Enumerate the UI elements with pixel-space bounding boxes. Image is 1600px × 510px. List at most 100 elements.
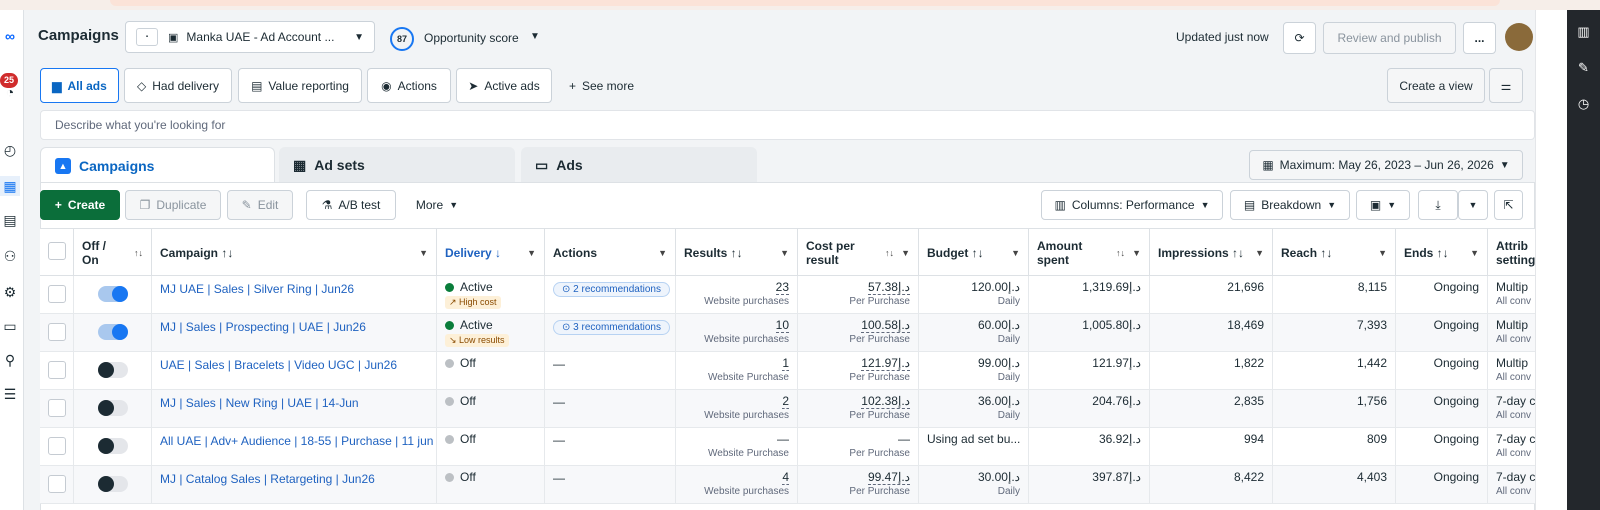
edit-button[interactable]: ✎ Edit [227, 190, 293, 220]
reports-dropdown[interactable]: ▣ ▼ [1356, 190, 1410, 220]
performance-gauge-icon[interactable]: ◴ [0, 140, 20, 160]
row-checkbox[interactable] [48, 437, 66, 455]
ab-test-button[interactable]: ⚗ A/B test [306, 190, 396, 220]
campaign-name-link[interactable]: All UAE | Adv+ Audience | 18-55 | Purcha… [160, 434, 433, 448]
filter-had-delivery[interactable]: ◇ Had delivery [124, 68, 232, 103]
table-row[interactable]: MJ | Sales | New Ring | UAE | 14-Jun Off… [40, 390, 1535, 428]
table-row[interactable]: All UAE | Adv+ Audience | 18-55 | Purcha… [40, 428, 1535, 466]
header-reach[interactable]: Reach ↑↓ ▼ [1273, 229, 1396, 276]
campaign-toggle[interactable] [98, 362, 128, 378]
chevron-down-icon[interactable]: ▼ [530, 31, 540, 42]
business-settings-icon[interactable]: ⚙ [0, 282, 20, 302]
recommendations-badge[interactable]: ⊙ 2 recommendations [553, 282, 670, 297]
table-row[interactable]: UAE | Sales | Bracelets | Video UGC | Ju… [40, 352, 1535, 390]
header-actions[interactable]: Actions ▼ [545, 229, 676, 276]
campaign-name-link[interactable]: MJ UAE | Sales | Silver Ring | Jun26 [160, 282, 354, 296]
ad-account-selector[interactable]: ▪ ▣ Manka UAE - Ad Account ... ▼ [125, 21, 375, 53]
select-all-checkbox[interactable] [48, 242, 66, 260]
campaign-toggle[interactable] [98, 286, 128, 302]
chart-icon[interactable]: ▥ [1567, 24, 1600, 40]
refresh-button[interactable]: ⟳ [1283, 22, 1316, 54]
header-budget[interactable]: Budget ↑↓ ▼ [919, 229, 1029, 276]
campaign-name-link[interactable]: MJ | Sales | New Ring | UAE | 14-Jun [160, 396, 359, 410]
campaign-toggle[interactable] [98, 400, 128, 416]
cost-value[interactable]: د.إ100.58 [861, 318, 910, 333]
export-options-dropdown[interactable]: ▼ [1458, 190, 1488, 220]
budget-value[interactable]: د.إ36.00 [978, 394, 1020, 408]
view-settings-button[interactable]: ⚌ [1489, 68, 1523, 103]
filter-all-ads[interactable]: ▆ All ads [40, 68, 119, 103]
row-checkbox[interactable] [48, 323, 66, 341]
avatar[interactable] [1505, 23, 1533, 51]
campaign-name-link[interactable]: MJ | Catalog Sales | Retargeting | Jun26 [160, 472, 375, 486]
table-row[interactable]: MJ UAE | Sales | Silver Ring | Jun26 Act… [40, 276, 1535, 314]
row-checkbox[interactable] [48, 285, 66, 303]
row-checkbox[interactable] [48, 399, 66, 417]
budget-value[interactable]: د.إ99.00 [978, 356, 1020, 370]
header-impressions[interactable]: Impressions ↑↓ ▼ [1150, 229, 1273, 276]
header-attribution[interactable]: Attrib setting [1488, 229, 1535, 276]
filter-active-ads[interactable]: ➤ Active ads [456, 68, 552, 103]
create-view-button[interactable]: Create a view [1387, 68, 1485, 103]
pencil-icon[interactable]: ✎ [1567, 60, 1600, 76]
cost-value[interactable]: — [898, 432, 910, 446]
campaign-name-link[interactable]: MJ | Sales | Prospecting | UAE | Jun26 [160, 320, 366, 334]
filter-value-reporting[interactable]: ▤ Value reporting [238, 68, 362, 103]
tab-ads[interactable]: ▭ Ads [521, 147, 757, 183]
connections-icon[interactable]: ⚲ [0, 350, 20, 370]
table-row[interactable]: MJ | Sales | Prospecting | UAE | Jun26 A… [40, 314, 1535, 352]
expand-view-button[interactable]: ⇱ [1494, 190, 1523, 220]
search-filter-input[interactable]: Describe what you're looking for [40, 110, 1535, 140]
more-options-button[interactable]: ... [1463, 22, 1496, 54]
pages-icon[interactable]: ▤ [0, 210, 20, 230]
budget-value[interactable]: د.إ60.00 [978, 318, 1020, 332]
results-value[interactable]: 10 [775, 318, 789, 333]
row-checkbox[interactable] [48, 475, 66, 493]
campaign-toggle[interactable] [98, 476, 128, 492]
header-amount-spent[interactable]: Amount spent ↑↓ ▼ [1029, 229, 1150, 276]
campaign-toggle[interactable] [98, 438, 128, 454]
export-button[interactable]: ⤓ [1418, 190, 1458, 220]
ads-manager-grid-icon[interactable]: ▦ [0, 176, 20, 196]
results-value[interactable]: 1 [782, 356, 789, 371]
tab-campaigns[interactable]: ▲ Campaigns [40, 147, 275, 183]
history-clock-icon[interactable]: ◷ [1567, 96, 1600, 112]
table-row[interactable]: MJ | Catalog Sales | Retargeting | Jun26… [40, 466, 1535, 504]
header-toggle[interactable]: Off / On ↑↓ [74, 229, 152, 276]
recommendations-badge[interactable]: ⊙ 3 recommendations [553, 320, 670, 335]
all-tools-menu-icon[interactable]: ☰ [0, 384, 20, 404]
campaign-name-link[interactable]: UAE | Sales | Bracelets | Video UGC | Ju… [160, 358, 397, 372]
results-value[interactable]: — [777, 432, 789, 446]
cost-value[interactable]: د.إ121.97 [861, 356, 910, 371]
header-ends[interactable]: Ends ↑↓ ▼ [1396, 229, 1488, 276]
results-value[interactable]: 4 [782, 470, 789, 485]
review-and-publish-button[interactable]: Review and publish [1323, 22, 1456, 54]
tab-ad-sets[interactable]: ▦ Ad sets [279, 147, 515, 183]
breakdown-dropdown[interactable]: ▤ Breakdown ▼ [1230, 190, 1350, 220]
billing-card-icon[interactable]: ▭ [0, 316, 20, 336]
opportunity-score-label[interactable]: Opportunity score [424, 31, 519, 45]
header-campaign[interactable]: Campaign ↑↓ ▼ [152, 229, 437, 276]
header-delivery[interactable]: Delivery ↓ ▼ [437, 229, 545, 276]
duplicate-button[interactable]: ❐ Duplicate [125, 190, 221, 220]
create-button[interactable]: + Create [40, 190, 120, 220]
columns-dropdown[interactable]: ▥ Columns: Performance ▼ [1041, 190, 1223, 220]
campaign-toggle[interactable] [98, 324, 128, 340]
meta-logo-icon[interactable]: ∞ [0, 26, 20, 46]
cost-value[interactable]: د.إ102.38 [861, 394, 910, 409]
audiences-icon[interactable]: ⚇ [0, 246, 20, 266]
results-value[interactable]: 23 [775, 280, 789, 295]
budget-value[interactable]: د.إ120.00 [971, 280, 1020, 294]
filter-actions[interactable]: ◉ Actions [367, 68, 451, 103]
header-cost-per-result[interactable]: Cost per result ↑↓ ▼ [798, 229, 919, 276]
results-value[interactable]: 2 [782, 394, 789, 409]
budget-value[interactable]: د.إ30.00 [978, 470, 1020, 484]
more-actions-dropdown[interactable]: More ▼ [404, 190, 470, 220]
date-range-picker[interactable]: ▦ Maximum: May 26, 2023 – Jun 26, 2026 ▼ [1249, 150, 1523, 180]
header-results[interactable]: Results ↑↓ ▼ [676, 229, 798, 276]
row-checkbox[interactable] [48, 361, 66, 379]
budget-value[interactable]: Using ad set bu... [927, 432, 1020, 446]
cost-value[interactable]: د.إ99.47 [867, 470, 910, 485]
cost-value[interactable]: د.إ57.38 [867, 280, 910, 295]
see-more-filters[interactable]: + See more [559, 68, 644, 103]
